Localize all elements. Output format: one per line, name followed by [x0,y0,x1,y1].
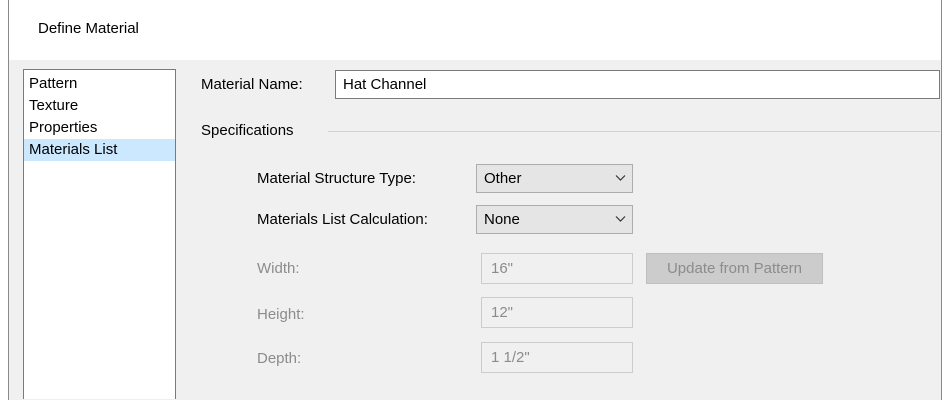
calculation-label: Materials List Calculation: [257,211,428,228]
chevron-down-icon [615,216,626,222]
update-from-pattern-button: Update from Pattern [646,253,823,284]
group-divider [328,131,940,132]
calculation-value: None [484,211,520,228]
category-list: Pattern Texture Properties Materials Lis… [23,69,176,399]
window-title: Define Material [38,20,139,37]
material-name-label: Material Name: [201,76,303,93]
width-field: 16" [481,253,633,284]
nav-item-pattern[interactable]: Pattern [24,73,175,95]
structure-type-value: Other [484,170,522,187]
depth-field: 1 1/2" [481,342,633,373]
chevron-down-icon [615,175,626,181]
structure-type-label: Material Structure Type: [257,170,416,187]
depth-label: Depth: [257,350,302,367]
height-label: Height: [257,306,305,323]
nav-item-properties[interactable]: Properties [24,117,175,139]
title-bar: Define Material [9,0,941,60]
dialog-body: Pattern Texture Properties Materials Lis… [9,60,941,400]
width-label: Width: [257,260,300,277]
nav-item-texture[interactable]: Texture [24,95,175,117]
height-field: 12" [481,297,633,328]
material-name-input[interactable]: Hat Channel [335,70,940,99]
structure-type-select[interactable]: Other [476,164,633,193]
specifications-group-label: Specifications [201,122,294,139]
calculation-select[interactable]: None [476,205,633,234]
nav-item-materials-list[interactable]: Materials List [24,139,175,161]
